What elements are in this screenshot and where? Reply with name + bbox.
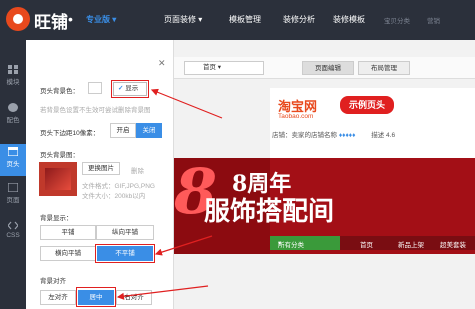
- align-right-button[interactable]: 右对齐: [116, 290, 152, 305]
- change-image-button[interactable]: 更换图片: [82, 162, 120, 175]
- shop-info: 店铺：卖家的店铺名称 ♦♦♦♦♦ 描述 4.6: [272, 132, 396, 139]
- shop-nav-bar: 所有分类 ▾ 首页 新品上架 超美套装: [270, 236, 475, 250]
- edition-dropdown[interactable]: 专业版 ▾: [86, 14, 116, 25]
- tab-page-edit[interactable]: 页面编辑: [302, 61, 354, 75]
- diamond-rating-icon: ♦♦♦♦♦: [338, 132, 356, 139]
- sidebar-item-colors[interactable]: 配色: [0, 100, 26, 128]
- brand-logo-icon: [6, 7, 30, 31]
- nav-new-arrivals[interactable]: 新品上架: [398, 239, 424, 249]
- top-bar: 旺铺 • 专业版 ▾ 页面装修 ▾ 模板管理 装修分析 装修模板 宝贝分类 营销: [0, 0, 475, 40]
- sidebar-item-page[interactable]: 页面: [0, 180, 26, 208]
- nav-item-category[interactable]: 宝贝分类: [384, 15, 410, 25]
- highlight-box: [76, 287, 116, 307]
- nav-home[interactable]: 首页: [360, 239, 373, 249]
- tile-horizontal-button[interactable]: 横向平铺: [40, 246, 96, 261]
- bg-color-swatch[interactable]: [88, 82, 102, 94]
- palette-icon: [8, 103, 18, 112]
- highlight-box: [111, 80, 149, 98]
- preview-area: 首页 ▾ 页面编辑 布局管理 淘宝网 Taobao.com 示例页头 店铺：卖家…: [174, 40, 475, 309]
- align-left-button[interactable]: 左对齐: [40, 290, 76, 305]
- example-header-badge: 示例页头: [340, 96, 394, 114]
- left-sidebar: 模块 配色 页头 页面 CSS: [0, 40, 26, 309]
- nav-all-categories[interactable]: 所有分类 ▾: [270, 236, 340, 250]
- close-icon[interactable]: ✕: [158, 58, 166, 69]
- file-size-hint: 文件大小：200kb以内: [82, 193, 146, 200]
- bottom-gap-label: 页头下边距10像素：: [40, 130, 100, 137]
- bg-align-label: 背景对齐: [40, 278, 66, 285]
- header-bg-image-label: 页头背景图：: [40, 152, 79, 159]
- gap-off-button[interactable]: 关闭: [136, 123, 162, 138]
- bg-color-hint: 若背景色设置不生效可尝试删除背景图: [40, 107, 151, 114]
- nav-outfits[interactable]: 超美套装: [440, 239, 466, 249]
- brand-dot: •: [68, 11, 73, 27]
- grid-icon: [8, 65, 18, 74]
- gap-on-button[interactable]: 开启: [110, 123, 136, 138]
- nav-decoration-analysis[interactable]: 装修分析: [283, 14, 315, 25]
- tile-button[interactable]: 平铺: [40, 225, 96, 240]
- taobao-logo-en: Taobao.com: [278, 113, 314, 120]
- sidebar-item-label: 页头: [6, 161, 20, 168]
- nav-page-decoration[interactable]: 页面装修 ▾: [164, 14, 202, 25]
- file-format-hint: 文件格式：GIF,JPG,PNG: [82, 183, 155, 190]
- page-icon: [8, 183, 18, 192]
- bg-display-label: 背景显示：: [40, 215, 73, 222]
- sidebar-item-modules[interactable]: 模块: [0, 62, 26, 90]
- brand-name: 旺铺: [34, 13, 68, 33]
- editor-toolbar: 首页 ▾ 页面编辑 布局管理: [174, 57, 475, 79]
- tab-layout-manage[interactable]: 布局管理: [358, 61, 410, 75]
- header-icon: [8, 147, 18, 156]
- delete-link[interactable]: 删除: [131, 165, 144, 175]
- tile-vertical-button[interactable]: 纵向平铺: [96, 225, 154, 240]
- nav-marketing[interactable]: 营销: [427, 15, 440, 25]
- sidebar-item-css[interactable]: CSS: [0, 218, 26, 246]
- sidebar-item-label: 配色: [6, 117, 20, 124]
- sidebar-item-label: CSS: [6, 232, 20, 239]
- nav-template-manage[interactable]: 模板管理: [229, 14, 261, 25]
- bg-image-thumbnail: [39, 162, 77, 196]
- nav-decoration-template[interactable]: 装修模板: [333, 14, 365, 25]
- page-select[interactable]: 首页 ▾: [184, 61, 264, 75]
- header-bg-color-label: 页头背景色：: [40, 88, 79, 95]
- sidebar-item-header[interactable]: 页头: [0, 144, 26, 176]
- code-icon: [8, 221, 18, 230]
- sidebar-item-label: 页面: [6, 197, 20, 204]
- sidebar-item-label: 模块: [6, 79, 20, 86]
- banner-title-line2: 服饰搭配间: [204, 197, 335, 227]
- highlight-box: [95, 244, 155, 263]
